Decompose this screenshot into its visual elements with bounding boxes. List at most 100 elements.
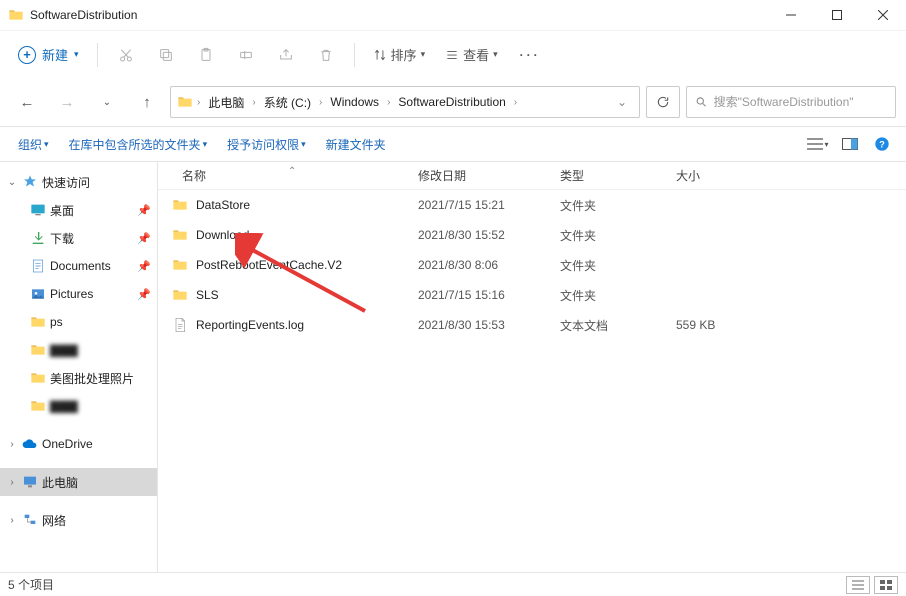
up-button[interactable]: ↑ (130, 85, 164, 119)
cut-button[interactable] (106, 37, 146, 73)
grant-access-button[interactable]: 授予访问权限▾ (219, 132, 314, 157)
column-name[interactable]: 名称⌃ (158, 167, 418, 184)
pin-icon: 📌 (137, 204, 151, 217)
item-count: 5 个项目 (8, 576, 54, 593)
include-label: 在库中包含所选的文件夹 (69, 136, 201, 153)
sidebar-label: 网络 (42, 512, 66, 529)
delete-button[interactable] (306, 37, 346, 73)
new-label: 新建 (42, 45, 68, 64)
folder-icon (8, 7, 24, 23)
file-name: Download (196, 228, 249, 242)
recent-button[interactable]: ⌄ (90, 85, 124, 119)
folder-icon (172, 257, 188, 273)
folder-icon (30, 314, 46, 330)
breadcrumb-item[interactable]: SoftwareDistribution (394, 95, 509, 109)
sidebar-desktop[interactable]: 桌面 📌 (0, 196, 157, 224)
chevron-right-icon: › (197, 97, 200, 108)
pin-icon: 📌 (137, 260, 151, 273)
chevron-right-icon: › (6, 515, 18, 526)
window-title: SoftwareDistribution (30, 8, 137, 22)
include-in-library-button[interactable]: 在库中包含所选的文件夹▾ (61, 132, 216, 157)
sidebar-network[interactable]: › 网络 (0, 506, 157, 534)
column-headers: 名称⌃ 修改日期 类型 大小 (158, 162, 906, 190)
column-size[interactable]: 大小 (676, 167, 906, 184)
chevron-right-icon: › (6, 477, 18, 488)
newfolder-label: 新建文件夹 (326, 136, 386, 153)
address-dropdown[interactable]: ⌄ (611, 95, 633, 109)
maximize-button[interactable] (814, 0, 860, 30)
tiles-view-button[interactable] (874, 576, 898, 594)
command-bar: 组织▾ 在库中包含所选的文件夹▾ 授予访问权限▾ 新建文件夹 ▾ ? (0, 126, 906, 162)
refresh-button[interactable] (646, 86, 680, 118)
folder-icon (30, 342, 46, 358)
view-button[interactable]: 查看 ▾ (435, 39, 508, 70)
star-icon (22, 174, 38, 190)
rename-button[interactable] (226, 37, 266, 73)
sidebar-documents[interactable]: Documents 📌 (0, 252, 157, 280)
download-icon (30, 230, 46, 246)
file-row[interactable]: SLS2021/7/15 15:16文件夹 (158, 280, 906, 310)
address-row: ← → ⌄ ↑ › 此电脑 › 系统 (C:) › Windows › Soft… (0, 78, 906, 126)
preview-pane-button[interactable] (836, 132, 864, 156)
share-button[interactable] (266, 37, 306, 73)
main-area: ⌄ 快速访问 桌面 📌 下载 📌 Documents 📌 Pictures 📌 … (0, 162, 906, 572)
sidebar-onedrive[interactable]: › OneDrive (0, 430, 157, 458)
pictures-icon (30, 286, 46, 302)
sidebar-this-pc[interactable]: › 此电脑 (0, 468, 157, 496)
breadcrumb-item[interactable]: 此电脑 (204, 94, 248, 111)
document-icon (30, 258, 46, 274)
help-button[interactable]: ? (868, 132, 896, 156)
plus-icon: + (18, 46, 36, 64)
close-button[interactable] (860, 0, 906, 30)
minimize-button[interactable] (768, 0, 814, 30)
file-row[interactable]: Download2021/8/30 15:52文件夹 (158, 220, 906, 250)
column-date[interactable]: 修改日期 (418, 167, 560, 184)
organize-button[interactable]: 组织▾ (10, 132, 57, 157)
column-label: 类型 (560, 169, 584, 183)
address-bar[interactable]: › 此电脑 › 系统 (C:) › Windows › SoftwareDist… (170, 86, 640, 118)
sidebar-label: Documents (50, 259, 111, 273)
view-label: 查看 (463, 45, 489, 64)
sidebar-label: OneDrive (42, 437, 93, 451)
status-bar: 5 个项目 (0, 572, 906, 596)
separator (97, 43, 98, 67)
column-label: 修改日期 (418, 169, 466, 183)
back-button[interactable]: ← (10, 85, 44, 119)
breadcrumb-item[interactable]: 系统 (C:) (260, 94, 315, 111)
sidebar-quick-access[interactable]: ⌄ 快速访问 (0, 168, 157, 196)
sidebar-meitu[interactable]: 美图批处理照片 (0, 364, 157, 392)
sort-label: 排序 (391, 45, 417, 64)
sidebar-item[interactable]: ▇▇▇ (0, 392, 157, 420)
details-view-button[interactable] (846, 576, 870, 594)
more-button[interactable]: ··· (508, 48, 553, 62)
copy-button[interactable] (146, 37, 186, 73)
new-button[interactable]: + 新建 ▾ (8, 39, 89, 70)
paste-button[interactable] (186, 37, 226, 73)
file-icon (172, 317, 188, 333)
sidebar-downloads[interactable]: 下载 📌 (0, 224, 157, 252)
file-type: 文件夹 (560, 197, 676, 214)
sidebar-ps[interactable]: ps (0, 308, 157, 336)
ribbon-toolbar: + 新建 ▾ 排序 ▾ 查看 ▾ ··· (0, 30, 906, 78)
chevron-right-icon: › (6, 439, 18, 450)
sidebar: ⌄ 快速访问 桌面 📌 下载 📌 Documents 📌 Pictures 📌 … (0, 162, 158, 572)
sidebar-label: 下载 (50, 230, 74, 247)
column-type[interactable]: 类型 (560, 167, 676, 184)
sidebar-item[interactable]: ▇▇▇ (0, 336, 157, 364)
forward-button[interactable]: → (50, 85, 84, 119)
view-options-button[interactable]: ▾ (804, 132, 832, 156)
file-row[interactable]: ReportingEvents.log2021/8/30 15:53文本文档55… (158, 310, 906, 340)
file-row[interactable]: DataStore2021/7/15 15:21文件夹 (158, 190, 906, 220)
pin-icon: 📌 (137, 288, 151, 301)
sidebar-label: 此电脑 (42, 474, 78, 491)
file-row[interactable]: PostRebootEventCache.V22021/8/30 8:06文件夹 (158, 250, 906, 280)
sort-button[interactable]: 排序 ▾ (363, 39, 436, 70)
file-name: PostRebootEventCache.V2 (196, 258, 342, 272)
new-folder-button[interactable]: 新建文件夹 (318, 132, 394, 157)
search-input[interactable] (714, 95, 887, 109)
breadcrumb-item[interactable]: Windows (326, 95, 383, 109)
search-box[interactable] (686, 86, 896, 118)
chevron-down-icon: ▾ (74, 49, 79, 60)
chevron-right-icon: › (387, 97, 390, 108)
sidebar-pictures[interactable]: Pictures 📌 (0, 280, 157, 308)
